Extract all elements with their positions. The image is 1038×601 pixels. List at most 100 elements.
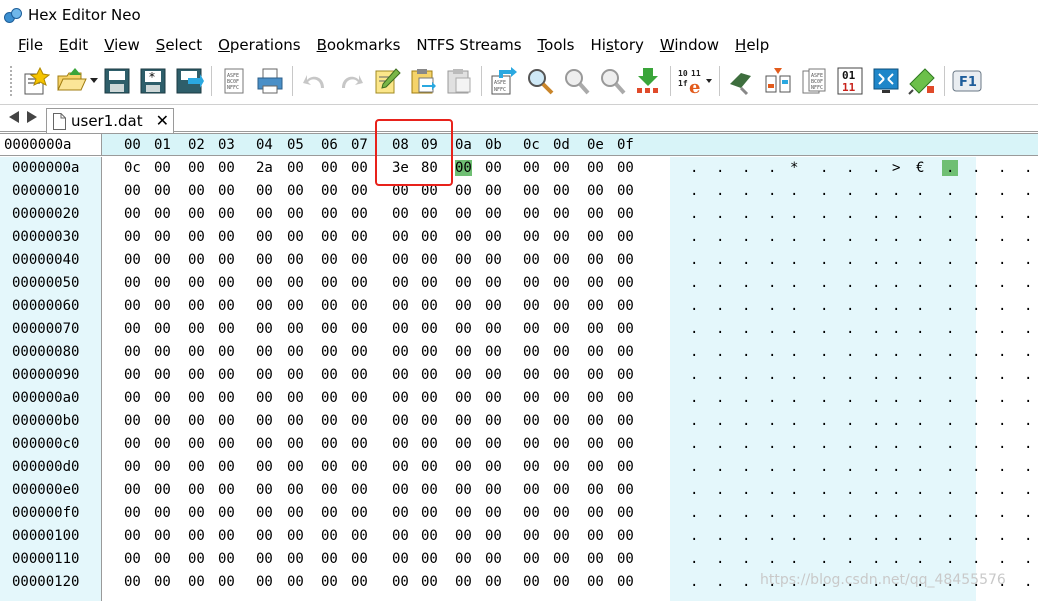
hex-byte[interactable]: 00 [188,252,205,268]
text-char[interactable]: . [998,183,1006,199]
text-char[interactable]: . [972,344,980,360]
hex-byte[interactable]: 00 [523,160,540,176]
hex-byte[interactable]: 00 [523,183,540,199]
text-char[interactable]: . [892,551,900,567]
hex-byte[interactable]: 00 [587,367,604,383]
text-char[interactable]: . [892,229,900,245]
hex-byte[interactable]: 00 [421,298,438,314]
hex-byte[interactable]: 00 [188,482,205,498]
hex-byte[interactable]: 00 [587,229,604,245]
hex-byte[interactable]: 00 [523,574,540,590]
text-char[interactable]: . [820,275,828,291]
text-char[interactable]: . [892,436,900,452]
text-char[interactable]: . [716,275,724,291]
text-char[interactable]: . [768,298,776,314]
text-char[interactable]: . [892,459,900,475]
hex-byte[interactable]: 00 [287,436,304,452]
hex-byte[interactable]: 00 [523,344,540,360]
hex-byte[interactable]: 00 [455,275,472,291]
hex-byte[interactable]: 00 [617,229,634,245]
text-char[interactable]: . [972,321,980,337]
encoding-icon[interactable]: ASFE BC0F NFFC [216,63,252,99]
hex-byte[interactable]: 00 [553,413,570,429]
text-char[interactable]: . [820,344,828,360]
text-char[interactable]: . [716,574,724,590]
hex-byte[interactable]: 00 [553,528,570,544]
hex-byte[interactable]: 00 [421,321,438,337]
hex-byte[interactable]: 00 [154,206,171,222]
tab-scroll-left-icon[interactable] [6,109,22,125]
text-char[interactable]: . [998,413,1006,429]
hex-byte[interactable]: 00 [587,298,604,314]
hex-byte[interactable]: 00 [421,482,438,498]
menu-item[interactable]: Tools [530,33,583,57]
hex-byte[interactable]: 00 [154,252,171,268]
hex-byte[interactable]: 00 [617,436,634,452]
text-char[interactable]: . [872,206,880,222]
hex-byte[interactable]: 00 [351,229,368,245]
hex-byte[interactable]: 00 [617,298,634,314]
text-char[interactable]: . [972,298,980,314]
hex-byte[interactable]: 00 [256,344,273,360]
hex-byte-cursor[interactable]: 00 [455,160,472,176]
text-char[interactable]: . [846,459,854,475]
text-char[interactable]: . [716,367,724,383]
hex-byte[interactable]: 00 [455,206,472,222]
hex-byte[interactable]: 00 [392,436,409,452]
text-char[interactable]: . [946,390,954,406]
hex-byte[interactable]: 00 [587,574,604,590]
text-char[interactable]: . [1024,551,1032,567]
text-char[interactable]: . [690,229,698,245]
hex-byte[interactable]: 00 [351,505,368,521]
hex-byte[interactable]: 00 [485,321,502,337]
hex-byte[interactable]: 00 [218,344,235,360]
text-char[interactable]: . [742,459,750,475]
menu-item[interactable]: Edit [51,33,96,57]
text-char[interactable]: . [1024,229,1032,245]
hex-byte[interactable]: 00 [188,528,205,544]
hex-byte[interactable]: 00 [321,528,338,544]
text-char[interactable]: . [998,459,1006,475]
text-char[interactable]: . [846,183,854,199]
hex-byte[interactable]: 00 [485,252,502,268]
text-char[interactable]: . [790,551,798,567]
text-char[interactable]: . [872,413,880,429]
hex-byte[interactable]: 00 [392,367,409,383]
new-file-icon[interactable] [17,63,53,99]
hex-byte[interactable]: 00 [455,528,472,544]
hex-byte[interactable]: 00 [553,298,570,314]
hex-byte[interactable]: 00 [287,367,304,383]
text-char[interactable]: . [946,229,954,245]
text-char[interactable]: . [916,505,924,521]
text-char[interactable]: . [892,413,900,429]
text-char[interactable]: . [916,252,924,268]
text-char[interactable]: . [768,551,776,567]
text-char[interactable]: . [742,528,750,544]
hex-byte[interactable]: 00 [587,206,604,222]
hex-byte[interactable]: 00 [617,390,634,406]
text-char[interactable]: . [946,436,954,452]
hex-byte[interactable]: 00 [617,344,634,360]
hex-byte[interactable]: 00 [188,275,205,291]
text-char[interactable]: . [768,183,776,199]
bits-view-icon[interactable]: 10 11 1f e [675,63,715,99]
hex-byte[interactable]: 00 [218,367,235,383]
text-char[interactable]: . [892,252,900,268]
hex-byte[interactable]: 00 [351,390,368,406]
hex-byte[interactable]: 00 [124,505,141,521]
text-char[interactable]: . [790,505,798,521]
hex-byte[interactable]: 00 [154,574,171,590]
hex-byte[interactable]: 00 [392,390,409,406]
hex-byte[interactable]: 00 [617,321,634,337]
text-char[interactable]: . [972,252,980,268]
hex-byte[interactable]: 00 [154,436,171,452]
hex-byte[interactable]: 00 [188,505,205,521]
text-char[interactable]: . [916,390,924,406]
hex-byte[interactable]: 00 [218,482,235,498]
text-char[interactable]: . [690,390,698,406]
hex-byte[interactable]: 00 [351,183,368,199]
hex-byte[interactable]: 00 [523,298,540,314]
text-char[interactable]: . [820,528,828,544]
hex-byte[interactable]: 00 [321,252,338,268]
text-char[interactable]: . [998,436,1006,452]
